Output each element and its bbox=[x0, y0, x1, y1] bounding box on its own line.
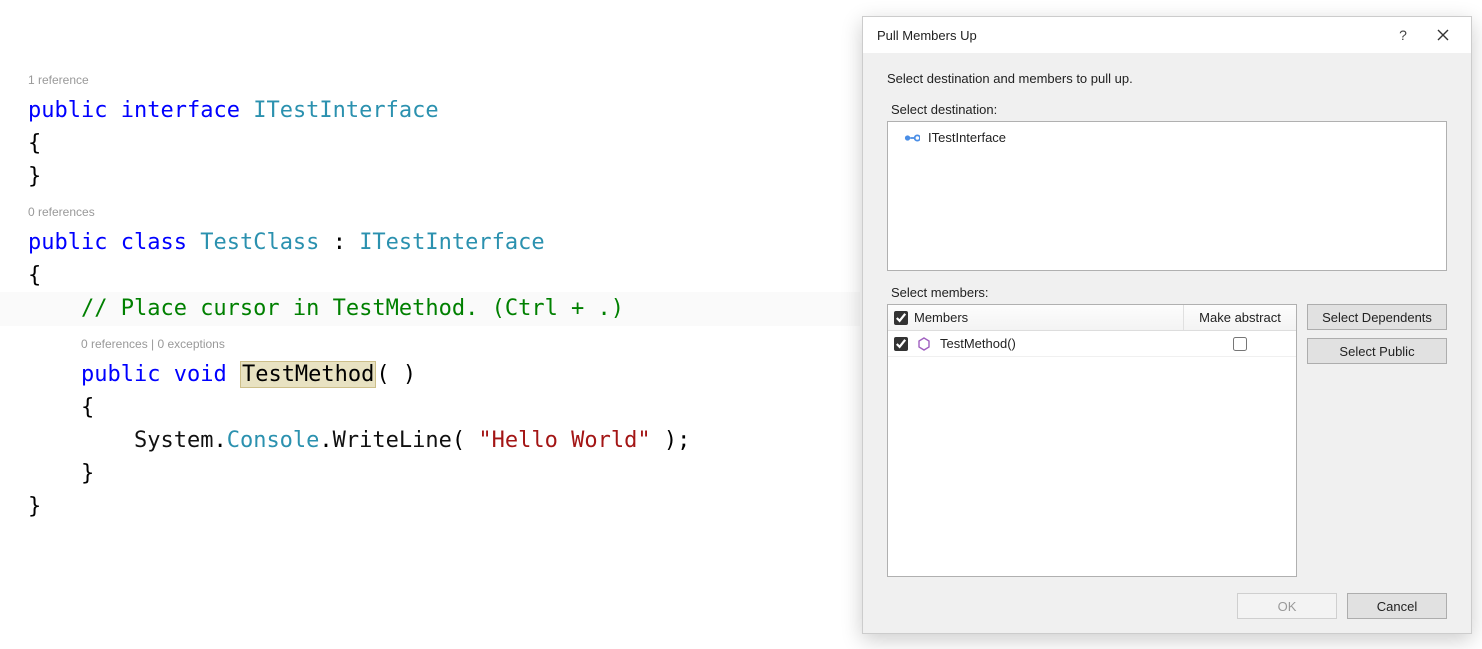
select-members-label: Select members: bbox=[891, 285, 1447, 300]
make-abstract-header-label: Make abstract bbox=[1199, 310, 1281, 325]
comment: // Place cursor in TestMethod. (Ctrl + .… bbox=[81, 296, 624, 321]
select-destination-label: Select destination: bbox=[891, 102, 1447, 117]
keyword-interface: interface bbox=[121, 98, 240, 123]
ok-button[interactable]: OK bbox=[1237, 593, 1337, 619]
codelens[interactable]: 0 references bbox=[28, 205, 95, 219]
select-public-button[interactable]: Select Public bbox=[1307, 338, 1447, 364]
type-interface-ref: ITestInterface bbox=[359, 230, 544, 255]
string-literal: "Hello World" bbox=[478, 428, 650, 453]
interface-icon bbox=[904, 133, 920, 143]
dialog-instruction: Select destination and members to pull u… bbox=[887, 71, 1447, 86]
close-button[interactable] bbox=[1423, 21, 1463, 49]
dialog-titlebar: Pull Members Up ? bbox=[863, 17, 1471, 53]
members-table-header: Members Make abstract bbox=[888, 305, 1296, 331]
codelens[interactable]: 1 reference bbox=[28, 73, 89, 87]
type-console: Console bbox=[227, 428, 320, 453]
cursor-method[interactable]: TestMethod bbox=[240, 361, 376, 388]
code-editor[interactable]: 1 reference public interface ITestInterf… bbox=[0, 0, 860, 640]
keyword-public: public bbox=[28, 230, 107, 255]
type-interface: ITestInterface bbox=[253, 98, 438, 123]
destination-item-label: ITestInterface bbox=[928, 130, 1006, 145]
identifier-writeline: WriteLine bbox=[333, 428, 452, 453]
member-row[interactable]: TestMethod() bbox=[888, 331, 1296, 357]
keyword-void: void bbox=[174, 362, 227, 387]
pull-members-up-dialog: Pull Members Up ? Select destination and… bbox=[862, 16, 1472, 634]
method-icon bbox=[916, 336, 932, 352]
codelens[interactable]: 0 references | 0 exceptions bbox=[81, 337, 225, 351]
make-abstract-checkbox[interactable] bbox=[1233, 337, 1247, 351]
destination-item[interactable]: ITestInterface bbox=[896, 128, 1438, 147]
keyword-public: public bbox=[81, 362, 160, 387]
cancel-button[interactable]: Cancel bbox=[1347, 593, 1447, 619]
select-dependents-button[interactable]: Select Dependents bbox=[1307, 304, 1447, 330]
keyword-public: public bbox=[28, 98, 107, 123]
destination-list[interactable]: ITestInterface bbox=[887, 121, 1447, 271]
keyword-class: class bbox=[121, 230, 187, 255]
members-header-label: Members bbox=[914, 310, 968, 325]
member-checkbox[interactable] bbox=[894, 337, 908, 351]
identifier-system: System bbox=[134, 428, 213, 453]
close-icon bbox=[1437, 29, 1449, 41]
members-table: Members Make abstract TestMethod() bbox=[887, 304, 1297, 577]
member-name: TestMethod() bbox=[940, 336, 1016, 351]
type-class: TestClass bbox=[200, 230, 319, 255]
help-button[interactable]: ? bbox=[1383, 21, 1423, 49]
select-all-checkbox[interactable] bbox=[894, 311, 908, 325]
dialog-title: Pull Members Up bbox=[877, 28, 1383, 43]
